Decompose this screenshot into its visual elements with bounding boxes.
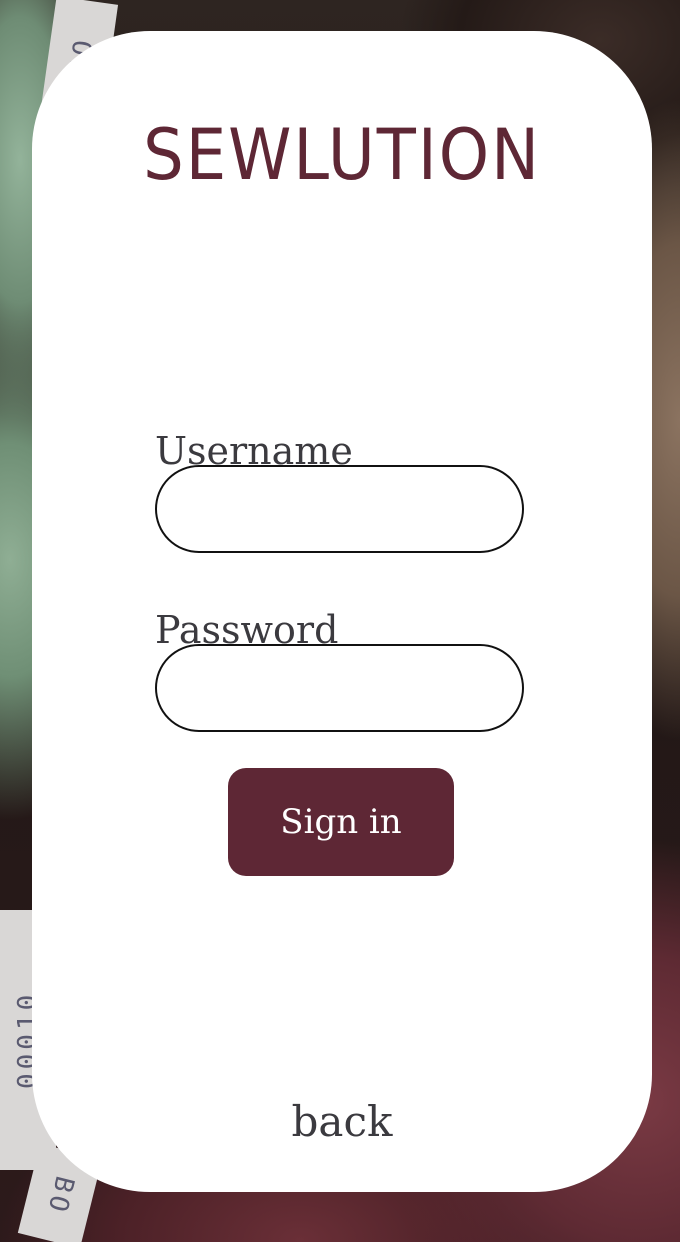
login-card: SEWLUTION Username Password Sign in back: [32, 31, 652, 1192]
spool-label-text: BO: [40, 1173, 80, 1219]
username-input[interactable]: [155, 465, 524, 553]
password-input[interactable]: [155, 644, 524, 732]
brand-title: SEWLUTION: [143, 115, 541, 197]
sign-in-button[interactable]: Sign in: [228, 768, 454, 876]
back-link[interactable]: back: [32, 1097, 652, 1146]
